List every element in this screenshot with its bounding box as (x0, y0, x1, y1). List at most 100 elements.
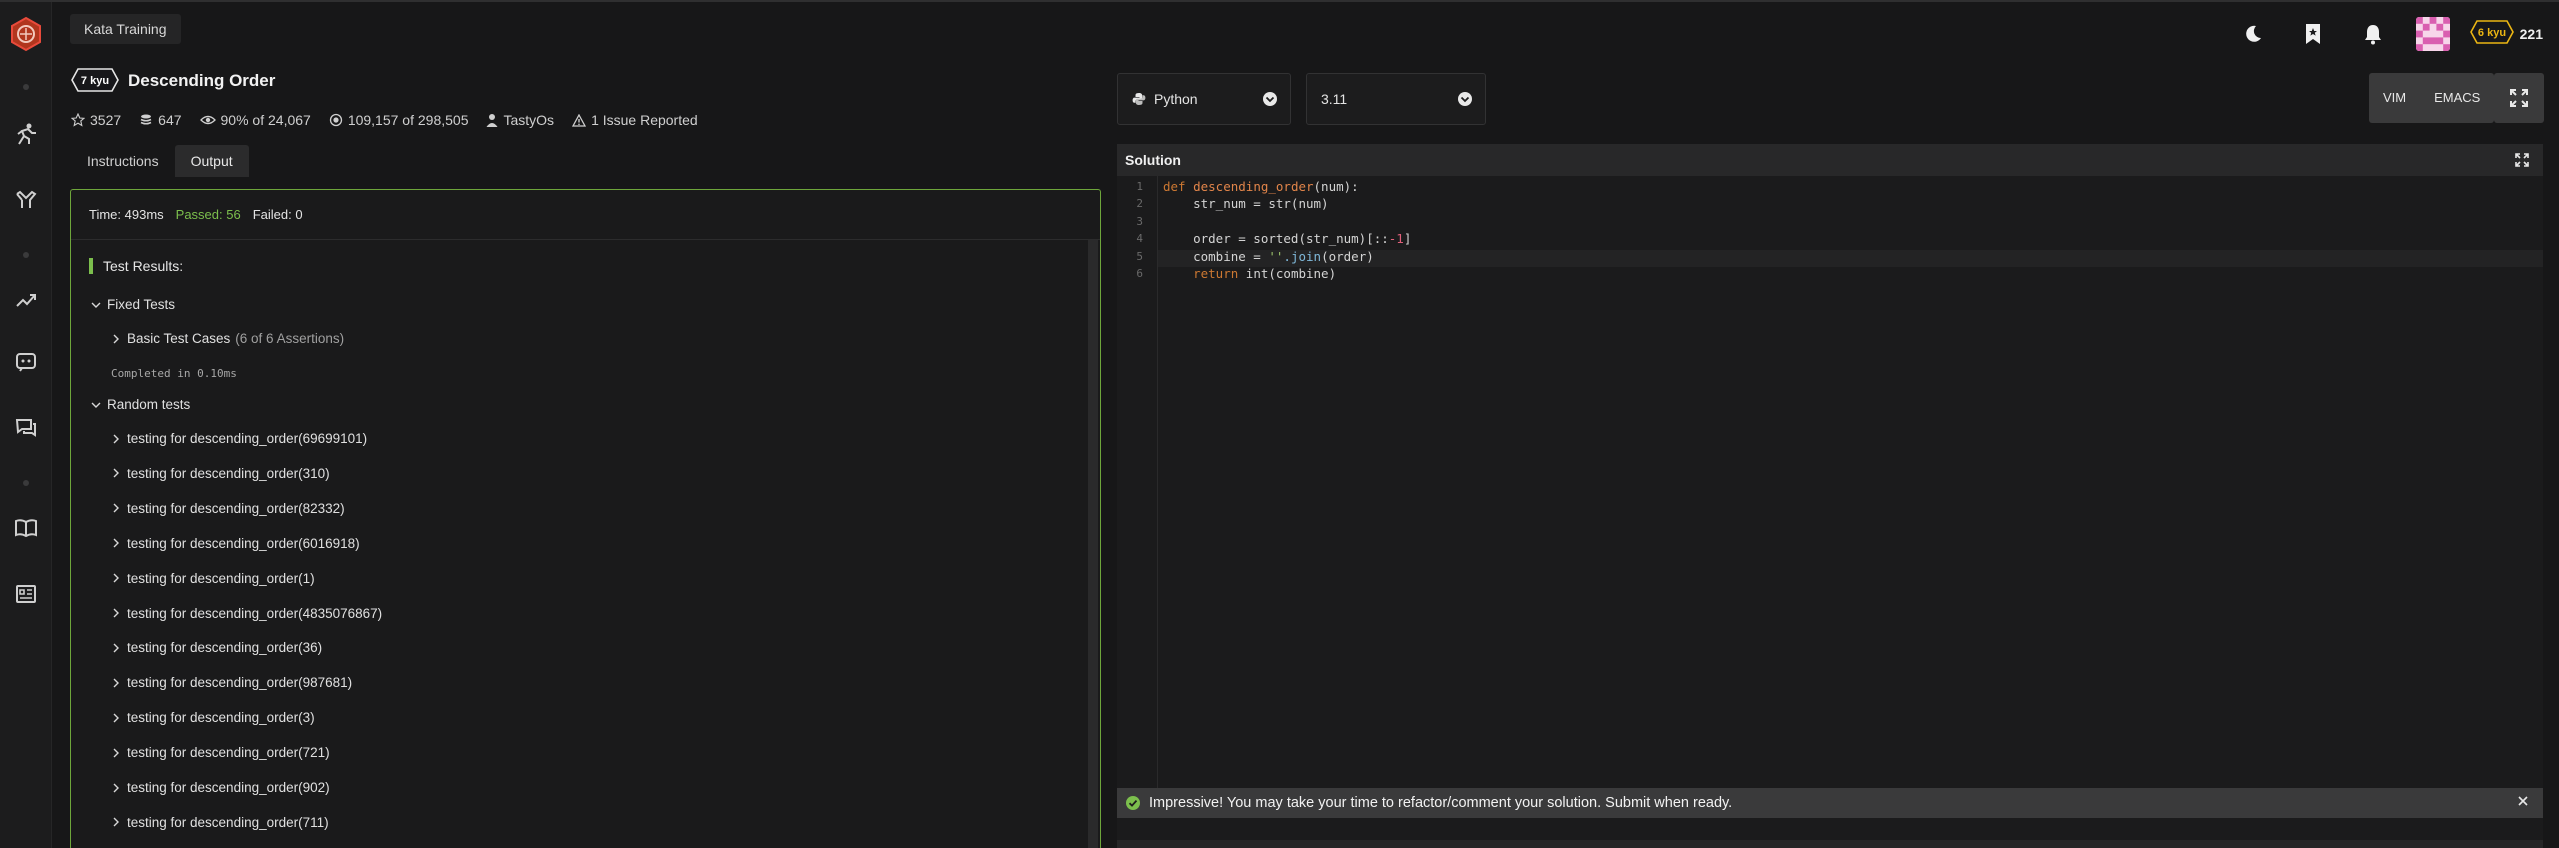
random-test-label: testing for descending_order(82332) (127, 500, 345, 516)
fixed-tests-label: Fixed Tests (107, 297, 176, 312)
random-test-item[interactable]: testing for descending_order(902) (111, 780, 330, 795)
line-number: 5 (1136, 250, 1143, 263)
issues-stat[interactable]: 1 Issue Reported (572, 112, 698, 128)
avatar[interactable] (2415, 17, 2450, 51)
leaderboard-icon[interactable] (12, 286, 40, 314)
chevron-circle-down-icon (1458, 92, 1472, 106)
random-test-item[interactable]: testing for descending_order(711) (111, 815, 329, 830)
rail-divider-dot (23, 84, 29, 90)
kata-title[interactable]: Descending Order (128, 71, 275, 91)
success-toast: Impressive! You may take your time to re… (1117, 788, 2543, 818)
vim-mode-button[interactable]: VIM (2369, 73, 2420, 123)
rail-divider-dot (23, 480, 29, 486)
tab-instructions[interactable]: Instructions (71, 145, 175, 177)
language-select[interactable]: Python (1117, 73, 1291, 125)
output-panel: Time: 493ms Passed: 56 Failed: 0 Test Re… (70, 189, 1101, 848)
code-token: int(combine) (1238, 266, 1337, 281)
editor-header: Solution (1117, 144, 2543, 176)
chevron-right-icon (113, 678, 119, 688)
breadcrumb[interactable]: Kata Training (70, 14, 181, 44)
expand-icon (2510, 89, 2528, 107)
chevron-right-icon (113, 434, 119, 443)
basic-test-cases-label: Basic Test Cases (127, 331, 231, 346)
stars-stat[interactable]: 3527 (71, 112, 121, 128)
random-test-item[interactable]: testing for descending_order(1) (111, 571, 315, 586)
user-rank-text: 6 kyu (2478, 27, 2506, 39)
random-test-label: testing for descending_order(6016918) (127, 535, 360, 551)
eye-icon (199, 115, 216, 125)
code-token: combine = (1163, 249, 1269, 264)
code-line-5: combine = ''.join(order) (1163, 249, 1374, 264)
rail-divider-dot (23, 252, 29, 258)
editor-bottom-bar (1117, 840, 2543, 848)
blog-news-icon[interactable] (12, 580, 40, 608)
collections-value: 647 (158, 112, 182, 128)
code-token: order = sorted(str_num)[:: (1163, 231, 1389, 246)
discord-icon[interactable] (12, 348, 40, 376)
sidebar-rail (0, 2, 52, 848)
author-name: TastyOs (503, 112, 555, 128)
docs-book-icon[interactable] (12, 514, 40, 542)
satisfaction-value: 90% of 24,067 (220, 112, 311, 128)
bookmark-icon[interactable] (2296, 17, 2330, 51)
random-test-label: testing for descending_order(902) (127, 780, 330, 795)
kata-rank-text: 7 kyu (81, 75, 109, 87)
random-test-item[interactable]: testing for descending_order(3) (111, 710, 315, 725)
code-token: (order) (1321, 249, 1374, 264)
discussions-icon[interactable] (12, 414, 40, 442)
random-test-item[interactable]: testing for descending_order(82332) (111, 501, 345, 516)
failed-text: Failed: 0 (252, 207, 303, 222)
emacs-mode-button[interactable]: EMACS (2420, 73, 2494, 123)
code-token: (num): (1313, 179, 1359, 194)
code-token: descending_order (1193, 179, 1314, 194)
random-test-label: testing for descending_order(69699101) (127, 431, 368, 446)
training-icon[interactable] (12, 120, 40, 148)
line-number: 3 (1136, 215, 1143, 228)
dark-mode-moon-icon[interactable] (2236, 17, 2270, 51)
kata-stats: 3527 647 90% of 24,067 109,157 of 298,50… (71, 112, 716, 128)
version-select[interactable]: 3.11 (1306, 73, 1486, 125)
basic-test-cases[interactable]: Basic Test Cases (6 of 6 Assertions) (111, 331, 344, 346)
random-test-item[interactable]: testing for descending_order(987681) (111, 675, 352, 690)
random-test-item[interactable]: testing for descending_order(36) (111, 640, 322, 655)
test-results-title: Test Results: (103, 258, 184, 274)
line-gutter: 1 2 3 4 5 6 (1117, 176, 1158, 816)
top-border (0, 0, 2559, 2)
random-test-item[interactable]: testing for descending_order(310) (111, 466, 330, 481)
editor-title: Solution (1125, 152, 1181, 168)
chevron-right-icon (113, 538, 119, 548)
user-rank-badge[interactable]: 6 kyu (2469, 19, 2514, 49)
random-test-item[interactable]: testing for descending_order(4835076867) (111, 606, 382, 621)
fullscreen-button[interactable] (2494, 73, 2544, 123)
fixed-tests-group[interactable]: Fixed Tests (91, 297, 175, 312)
random-test-label: testing for descending_order(3) (127, 710, 315, 726)
tab-output[interactable]: Output (174, 145, 249, 177)
codewars-logo-icon[interactable] (8, 16, 44, 52)
practice-icon[interactable] (12, 186, 40, 214)
basic-assertions: (6 of 6 Assertions) (235, 331, 345, 346)
random-tests-group[interactable]: Random tests (91, 397, 190, 412)
code-line-4: order = sorted(str_num)[::-1] (1163, 231, 1411, 246)
random-test-label: testing for descending_order(36) (127, 640, 323, 656)
random-tests-label: Random tests (107, 397, 191, 412)
author-stat[interactable]: TastyOs (486, 112, 554, 128)
editor-mode-group: VIM EMACS (2369, 73, 2495, 123)
stars-value: 3527 (90, 112, 122, 128)
language-value: Python (1154, 91, 1198, 107)
random-test-label: testing for descending_order(987681) (127, 675, 353, 691)
close-icon[interactable] (2517, 795, 2529, 807)
collections-stat[interactable]: 647 (139, 112, 182, 128)
random-test-item[interactable]: testing for descending_order(721) (111, 745, 330, 760)
output-scrollbar[interactable] (1088, 240, 1098, 848)
notifications-bell-icon[interactable] (2356, 17, 2390, 51)
completions-value: 109,157 of 298,505 (347, 112, 469, 128)
completed-time: Completed in 0.10ms (111, 367, 237, 380)
results-accent-bar (89, 258, 93, 274)
code-editor[interactable]: Solution 1 2 3 4 5 6 def descending_orde… (1117, 144, 2543, 848)
chevron-right-icon (113, 783, 119, 792)
chevron-right-icon (113, 713, 119, 723)
chevron-right-icon (113, 334, 119, 343)
random-test-item[interactable]: testing for descending_order(6016918) (111, 536, 360, 551)
code-line-6: return int(combine) (1163, 266, 1336, 281)
random-test-item[interactable]: testing for descending_order(69699101) (111, 431, 367, 446)
